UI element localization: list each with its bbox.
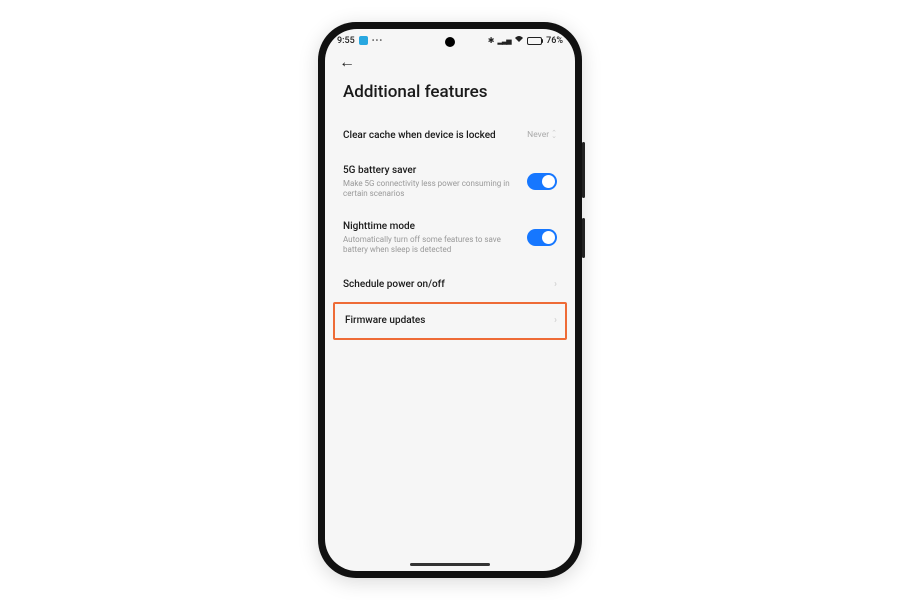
row-text: Clear cache when device is locked — [343, 129, 517, 142]
chevron-right-icon: › — [554, 279, 557, 290]
row-text: Schedule power on/off — [343, 278, 544, 291]
row-firmware-updates[interactable]: Firmware updates › — [333, 302, 567, 340]
nav-bar: ← — [325, 48, 575, 72]
row-subtitle: Make 5G connectivity less power consumin… — [343, 179, 517, 200]
row-text: Nighttime mode Automatically turn off so… — [343, 220, 517, 256]
screen: 9:55 ••• ✱ ▂▃▅ 76% ← Additional features — [325, 29, 575, 571]
bluetooth-icon: ✱ — [488, 36, 495, 45]
row-title: Clear cache when device is locked — [343, 129, 517, 142]
battery-icon — [527, 37, 544, 45]
settings-list: Clear cache when device is locked Never … — [325, 116, 575, 571]
back-button[interactable]: ← — [339, 52, 355, 71]
toggle-nighttime[interactable] — [527, 229, 557, 246]
camera-hole — [445, 37, 455, 47]
row-clear-cache[interactable]: Clear cache when device is locked Never … — [335, 116, 565, 154]
row-title: 5G battery saver — [343, 164, 517, 177]
toggle-5g[interactable] — [527, 173, 557, 190]
page-title: Additional features — [325, 72, 575, 116]
status-left: 9:55 ••• — [337, 36, 383, 46]
row-5g-battery-saver[interactable]: 5G battery saver Make 5G connectivity le… — [335, 154, 565, 210]
status-right: ✱ ▂▃▅ 76% — [488, 35, 563, 46]
row-title: Firmware updates — [345, 314, 544, 327]
row-nighttime-mode[interactable]: Nighttime mode Automatically turn off so… — [335, 210, 565, 266]
row-subtitle: Automatically turn off some features to … — [343, 235, 517, 256]
row-title: Nighttime mode — [343, 220, 517, 233]
power-button — [582, 218, 585, 258]
phone-frame: 9:55 ••• ✱ ▂▃▅ 76% ← Additional features — [318, 22, 582, 578]
wifi-icon — [514, 35, 524, 46]
row-value: Never ⌃⌄ — [527, 130, 557, 140]
home-indicator[interactable] — [410, 563, 490, 566]
status-time: 9:55 — [337, 36, 355, 46]
value-text: Never — [527, 130, 549, 140]
signal-icon: ▂▃▅ — [497, 37, 510, 45]
spinner-icon: ⌃⌄ — [551, 132, 557, 139]
notification-app-icon — [359, 36, 368, 45]
row-text: 5G battery saver Make 5G connectivity le… — [343, 164, 517, 200]
battery-percent: 76% — [546, 36, 563, 46]
row-text: Firmware updates — [345, 314, 544, 327]
more-notifications-icon: ••• — [372, 36, 383, 45]
row-schedule-power[interactable]: Schedule power on/off › — [335, 266, 565, 304]
chevron-right-icon: › — [554, 315, 557, 326]
row-title: Schedule power on/off — [343, 278, 544, 291]
volume-button — [582, 142, 585, 198]
